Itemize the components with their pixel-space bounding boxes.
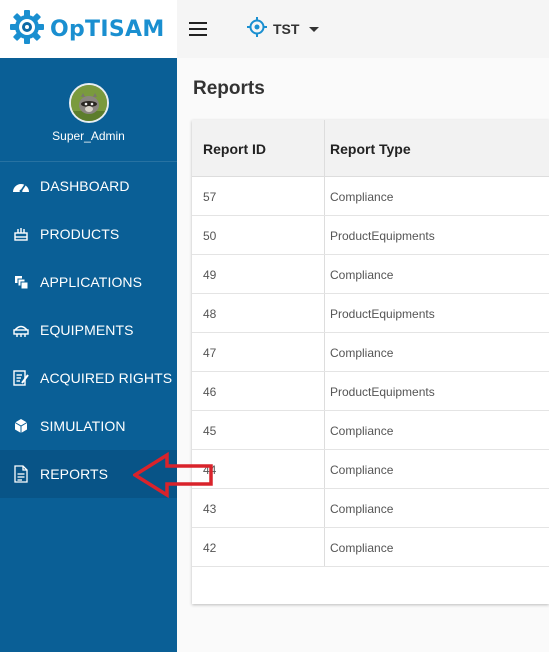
- app-logo[interactable]: OpTISAM: [0, 0, 177, 58]
- table-row[interactable]: 47 Compliance: [192, 333, 549, 372]
- sidebar-item-applications[interactable]: APPLICATIONS: [0, 258, 177, 306]
- column-header-report-id[interactable]: Report ID: [203, 120, 266, 177]
- report-id-cell: 45: [203, 423, 217, 438]
- report-id-cell: 57: [203, 189, 217, 204]
- reports-table: Report ID Report Type 57 Compliance 50 P…: [192, 120, 549, 604]
- acquired-rights-icon: [12, 369, 30, 387]
- crosshair-icon: [247, 16, 267, 42]
- table-row[interactable]: 49 Compliance: [192, 255, 549, 294]
- report-id-cell: 47: [203, 345, 217, 360]
- table-row[interactable]: 42 Compliance: [192, 528, 549, 567]
- report-type-cell: Compliance: [330, 345, 394, 360]
- sidebar-item-dashboard[interactable]: DASHBOARD: [0, 162, 177, 210]
- sidebar-item-equipments[interactable]: EQUIPMENTS: [0, 306, 177, 354]
- simulation-icon: [12, 417, 30, 435]
- applications-icon: [12, 273, 30, 291]
- report-type-cell: Compliance: [330, 462, 394, 477]
- avatar[interactable]: [68, 83, 109, 123]
- sidebar-item-label: REPORTS: [40, 466, 109, 482]
- table-row[interactable]: 43 Compliance: [192, 489, 549, 528]
- sidebar-item-label: SIMULATION: [40, 418, 126, 434]
- sidebar-item-label: ACQUIRED RIGHTS: [40, 370, 173, 386]
- sidebar-item-acquired-rights[interactable]: ACQUIRED RIGHTS: [0, 354, 177, 402]
- equipments-icon: [12, 321, 30, 339]
- table-row[interactable]: 50 ProductEquipments: [192, 216, 549, 255]
- table-row[interactable]: 46 ProductEquipments: [192, 372, 549, 411]
- report-type-cell: ProductEquipments: [330, 228, 435, 243]
- sidebar-item-simulation[interactable]: SIMULATION: [0, 402, 177, 450]
- reports-icon: [12, 465, 30, 483]
- report-id-cell: 49: [203, 267, 217, 282]
- report-type-cell: Compliance: [330, 501, 394, 516]
- scope-selector[interactable]: TST: [247, 16, 320, 42]
- report-id-cell: 48: [203, 306, 217, 321]
- table-row[interactable]: 57 Compliance: [192, 177, 549, 216]
- report-type-cell: Compliance: [330, 189, 394, 204]
- logo-text: OpTISAM: [50, 16, 165, 42]
- sidebar-item-label: DASHBOARD: [40, 178, 130, 194]
- dropdown-caret-icon: [309, 26, 320, 32]
- table-row[interactable]: 44 Compliance: [192, 450, 549, 489]
- scope-label: TST: [273, 21, 300, 37]
- report-type-cell: ProductEquipments: [330, 306, 435, 321]
- sidebar-item-label: PRODUCTS: [40, 226, 120, 242]
- report-type-cell: Compliance: [330, 267, 394, 282]
- sidebar-item-label: EQUIPMENTS: [40, 322, 134, 338]
- report-type-cell: ProductEquipments: [330, 384, 435, 399]
- table-row[interactable]: 45 Compliance: [192, 411, 549, 450]
- table-header: Report ID Report Type: [192, 120, 549, 177]
- dashboard-icon: [12, 177, 30, 195]
- column-header-report-type[interactable]: Report Type: [330, 120, 411, 177]
- user-panel: Super_Admin: [0, 58, 177, 162]
- gear-logo-icon: [10, 9, 44, 49]
- report-type-cell: Compliance: [330, 423, 394, 438]
- top-toolbar: TST: [177, 0, 549, 58]
- report-type-cell: Compliance: [330, 540, 394, 555]
- annotation-arrow-icon: [133, 452, 213, 498]
- sidebar-item-label: APPLICATIONS: [40, 274, 143, 290]
- username: Super_Admin: [52, 129, 125, 143]
- report-id-cell: 42: [203, 540, 217, 555]
- table-row[interactable]: 48 ProductEquipments: [192, 294, 549, 333]
- page-title: Reports: [193, 78, 265, 99]
- sidebar-item-products[interactable]: PRODUCTS: [0, 210, 177, 258]
- report-id-cell: 50: [203, 228, 217, 243]
- report-id-cell: 46: [203, 384, 217, 399]
- sidebar: Super_Admin DASHBOARD PRODUCTS APPLICATI…: [0, 58, 177, 652]
- products-icon: [12, 225, 30, 243]
- menu-toggle-icon[interactable]: [189, 22, 207, 36]
